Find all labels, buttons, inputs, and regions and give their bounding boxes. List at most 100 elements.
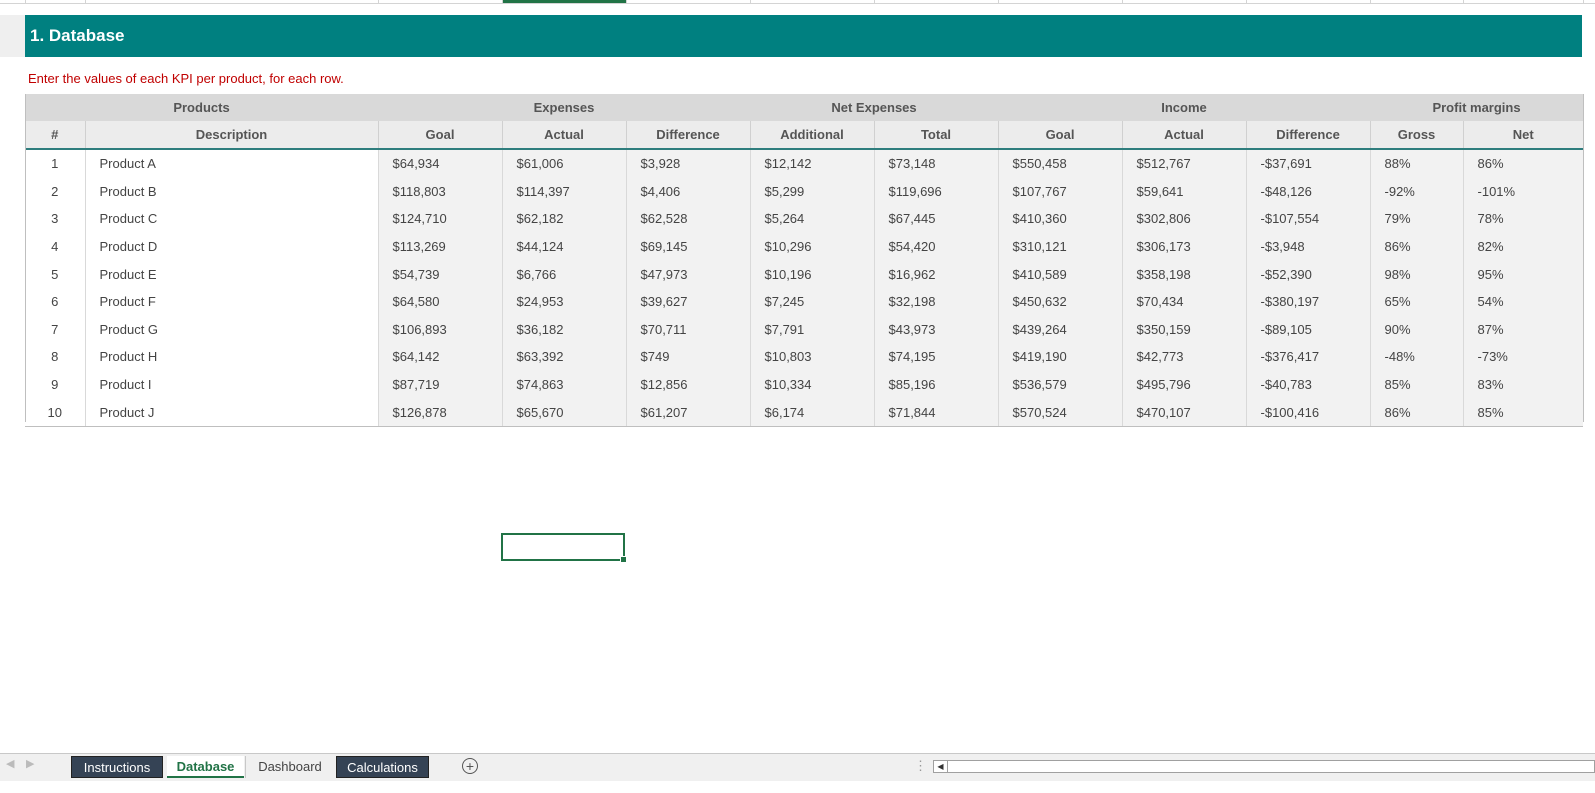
value-cell[interactable]: $70,711 xyxy=(625,315,750,344)
horizontal-scrollbar[interactable]: ◀ xyxy=(933,760,1595,773)
value-cell[interactable]: $63,392 xyxy=(501,343,626,371)
value-cell[interactable]: $10,196 xyxy=(749,260,874,288)
description-cell[interactable]: Product G xyxy=(84,315,378,344)
description-cell[interactable]: Product C xyxy=(84,205,378,233)
chevron-left-icon[interactable]: ◀ xyxy=(6,757,14,770)
scroll-left-icon[interactable]: ◀ xyxy=(934,761,948,772)
description-cell[interactable]: Product B xyxy=(84,177,378,206)
value-cell[interactable]: $44,124 xyxy=(501,232,626,261)
value-cell[interactable]: 83% xyxy=(1462,370,1584,399)
value-cell[interactable]: $61,207 xyxy=(625,398,750,427)
value-cell[interactable]: $10,803 xyxy=(749,343,874,371)
value-cell[interactable]: 85% xyxy=(1369,370,1464,399)
value-cell[interactable]: $54,739 xyxy=(377,260,502,288)
value-cell[interactable]: $73,148 xyxy=(873,149,999,178)
value-cell[interactable]: $550,458 xyxy=(997,149,1123,178)
value-cell[interactable]: 65% xyxy=(1369,287,1464,316)
value-cell[interactable]: $306,173 xyxy=(1121,232,1247,261)
row-number-cell[interactable]: 8 xyxy=(25,343,85,371)
description-cell[interactable]: Product F xyxy=(84,287,378,316)
fill-handle[interactable] xyxy=(620,556,627,563)
plus-circle-icon[interactable]: + xyxy=(462,758,478,774)
value-cell[interactable]: $12,856 xyxy=(625,370,750,399)
value-cell[interactable]: -$3,948 xyxy=(1245,232,1371,261)
description-cell[interactable]: Product I xyxy=(84,370,378,399)
value-cell[interactable]: 88% xyxy=(1369,149,1464,178)
tab-instructions[interactable]: Instructions xyxy=(71,756,163,778)
value-cell[interactable]: $43,973 xyxy=(873,315,999,344)
value-cell[interactable]: -$52,390 xyxy=(1245,260,1371,288)
value-cell[interactable]: $36,182 xyxy=(501,315,626,344)
value-cell[interactable]: $67,445 xyxy=(873,205,999,233)
row-number-cell[interactable]: 4 xyxy=(25,232,85,261)
value-cell[interactable]: $570,524 xyxy=(997,398,1123,427)
value-cell[interactable]: $42,773 xyxy=(1121,343,1247,371)
value-cell[interactable]: $71,844 xyxy=(873,398,999,427)
value-cell[interactable]: 78% xyxy=(1462,205,1584,233)
value-cell[interactable]: $106,893 xyxy=(377,315,502,344)
value-cell[interactable]: $62,182 xyxy=(501,205,626,233)
more-options-icon[interactable]: ⋮ xyxy=(914,758,927,774)
tab-dashboard[interactable]: Dashboard xyxy=(247,756,333,778)
value-cell[interactable]: $64,934 xyxy=(377,149,502,178)
tab-database[interactable]: Database xyxy=(167,756,244,778)
value-cell[interactable]: $113,269 xyxy=(377,232,502,261)
value-cell[interactable]: -92% xyxy=(1369,177,1464,206)
value-cell[interactable]: 85% xyxy=(1462,398,1584,427)
value-cell[interactable]: -$107,554 xyxy=(1245,205,1371,233)
value-cell[interactable]: $65,670 xyxy=(501,398,626,427)
value-cell[interactable]: $439,264 xyxy=(997,315,1123,344)
value-cell[interactable]: -$40,783 xyxy=(1245,370,1371,399)
value-cell[interactable]: $12,142 xyxy=(749,149,874,178)
value-cell[interactable]: -$89,105 xyxy=(1245,315,1371,344)
row-number-cell[interactable]: 6 xyxy=(25,287,85,316)
value-cell[interactable]: $749 xyxy=(625,343,750,371)
value-cell[interactable]: $62,528 xyxy=(625,205,750,233)
value-cell[interactable]: $39,627 xyxy=(625,287,750,316)
value-cell[interactable]: $310,121 xyxy=(997,232,1123,261)
value-cell[interactable]: 98% xyxy=(1369,260,1464,288)
value-cell[interactable]: -48% xyxy=(1369,343,1464,371)
row-number-cell[interactable]: 9 xyxy=(25,370,85,399)
value-cell[interactable]: $410,589 xyxy=(997,260,1123,288)
value-cell[interactable]: $410,360 xyxy=(997,205,1123,233)
row-number-cell[interactable]: 1 xyxy=(25,149,85,178)
description-cell[interactable]: Product D xyxy=(84,232,378,261)
value-cell[interactable]: $358,198 xyxy=(1121,260,1247,288)
description-cell[interactable]: Product J xyxy=(84,398,378,427)
value-cell[interactable]: 86% xyxy=(1369,398,1464,427)
row-number-cell[interactable]: 5 xyxy=(25,260,85,288)
value-cell[interactable]: $16,962 xyxy=(873,260,999,288)
value-cell[interactable]: 95% xyxy=(1462,260,1584,288)
value-cell[interactable]: $512,767 xyxy=(1121,149,1247,178)
value-cell[interactable]: $495,796 xyxy=(1121,370,1247,399)
value-cell[interactable]: $107,767 xyxy=(997,177,1123,206)
value-cell[interactable]: -$376,417 xyxy=(1245,343,1371,371)
value-cell[interactable]: $59,641 xyxy=(1121,177,1247,206)
value-cell[interactable]: $87,719 xyxy=(377,370,502,399)
chevron-right-icon[interactable]: ▶ xyxy=(26,757,34,770)
value-cell[interactable]: $24,953 xyxy=(501,287,626,316)
value-cell[interactable]: $74,195 xyxy=(873,343,999,371)
value-cell[interactable]: $6,174 xyxy=(749,398,874,427)
value-cell[interactable]: $10,296 xyxy=(749,232,874,261)
value-cell[interactable]: $7,791 xyxy=(749,315,874,344)
value-cell[interactable]: $61,006 xyxy=(501,149,626,178)
value-cell[interactable]: -$100,416 xyxy=(1245,398,1371,427)
row-number-cell[interactable]: 7 xyxy=(25,315,85,344)
value-cell[interactable]: -73% xyxy=(1462,343,1584,371)
value-cell[interactable]: $124,710 xyxy=(377,205,502,233)
row-number-cell[interactable]: 3 xyxy=(25,205,85,233)
value-cell[interactable]: 86% xyxy=(1462,149,1584,178)
description-cell[interactable]: Product A xyxy=(84,149,378,178)
value-cell[interactable]: $7,245 xyxy=(749,287,874,316)
value-cell[interactable]: $536,579 xyxy=(997,370,1123,399)
value-cell[interactable]: $450,632 xyxy=(997,287,1123,316)
value-cell[interactable]: $69,145 xyxy=(625,232,750,261)
value-cell[interactable]: $419,190 xyxy=(997,343,1123,371)
value-cell[interactable]: $4,406 xyxy=(625,177,750,206)
value-cell[interactable]: $302,806 xyxy=(1121,205,1247,233)
description-cell[interactable]: Product H xyxy=(84,343,378,371)
value-cell[interactable]: $10,334 xyxy=(749,370,874,399)
value-cell[interactable]: $85,196 xyxy=(873,370,999,399)
